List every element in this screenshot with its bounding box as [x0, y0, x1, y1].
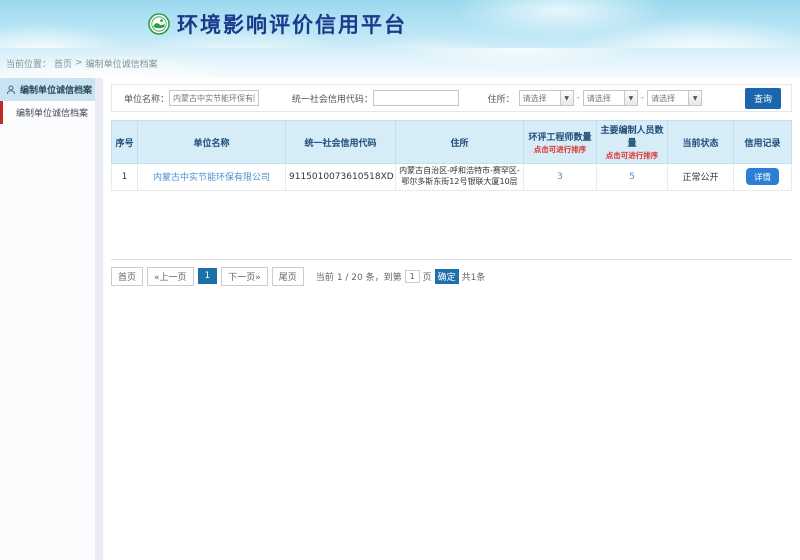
page-jump-input[interactable]	[405, 270, 420, 283]
col-header-seq: 序号	[112, 121, 138, 164]
cell-status: 正常公开	[668, 164, 734, 191]
credit-code-label: 统一社会信用代码：	[292, 92, 373, 105]
col-header-address: 住所	[396, 121, 524, 164]
credit-code-input[interactable]	[373, 90, 459, 106]
unit-name-label: 单位名称：	[124, 92, 169, 105]
city-select[interactable]: 请选择 ▼	[583, 90, 638, 106]
unit-name-link[interactable]: 内蒙古中实节能环保有限公司	[153, 173, 270, 183]
breadcrumb-separator: >	[75, 58, 83, 68]
sidebar-group-credit-archive[interactable]: 编制单位诚信档案	[0, 78, 95, 101]
col-header-credit-record: 信用记录	[734, 121, 792, 164]
city-select-value: 请选择	[584, 93, 624, 104]
pagination-count-text: 1 / 20 条，到第	[337, 270, 402, 283]
page-prev-button[interactable]: «上一页	[147, 267, 194, 286]
col-header-staff-count[interactable]: 主要编制人员数量 点击可进行排序	[597, 121, 668, 164]
sidebar-main-divider	[95, 78, 103, 560]
col-header-credit-code: 统一社会信用代码	[286, 121, 396, 164]
pagination: 首页 «上一页 1 下一页» 尾页 当前 1 / 20 条，到第 页 确定 共1…	[111, 259, 792, 286]
breadcrumb-home-link[interactable]: 首页	[54, 57, 72, 70]
page-title: 环境影响评价信用平台	[177, 9, 407, 39]
district-select-value: 请选择	[648, 93, 688, 104]
sort-hint: 点击可进行排序	[525, 144, 595, 155]
page-last-button[interactable]: 尾页	[272, 267, 304, 286]
breadcrumb-current: 编制单位诚信档案	[86, 57, 158, 70]
page-number-button[interactable]: 1	[198, 268, 218, 284]
address-separator: -	[577, 93, 580, 103]
sidebar: 编制单位诚信档案 编制单位诚信档案	[0, 78, 95, 560]
address-separator: -	[641, 93, 644, 103]
chevron-down-icon[interactable]: ▼	[560, 91, 573, 105]
detail-button[interactable]: 详情	[746, 168, 779, 185]
col-header-unit-name: 单位名称	[138, 121, 286, 164]
page-first-button[interactable]: 首页	[111, 267, 143, 286]
province-select-value: 请选择	[520, 93, 560, 104]
pagination-current-label: 当前	[316, 270, 334, 283]
sort-hint: 点击可进行排序	[598, 150, 666, 161]
pagination-total: 共1条	[462, 270, 486, 283]
search-form: 单位名称： 统一社会信用代码： 住所： 请选择 ▼ - 请选择 ▼ - 请选择 …	[111, 84, 792, 112]
table-header-row: 序号 单位名称 统一社会信用代码 住所 环评工程师数量 点击可进行排序 主要编制…	[112, 121, 792, 164]
pagination-page-unit: 页	[423, 270, 432, 283]
address-label: 住所：	[488, 92, 515, 105]
user-icon	[6, 85, 16, 95]
sidebar-item-label: 编制单位诚信档案	[16, 106, 88, 119]
mee-logo-icon	[148, 13, 170, 35]
query-button[interactable]: 查询	[745, 88, 781, 109]
main-content: 单位名称： 统一社会信用代码： 住所： 请选择 ▼ - 请选择 ▼ - 请选择 …	[103, 78, 800, 560]
site-header: 环境影响评价信用平台	[0, 0, 800, 48]
sidebar-item-credit-archive[interactable]: 编制单位诚信档案	[0, 101, 95, 124]
page-jump-confirm-button[interactable]: 确定	[435, 269, 459, 284]
pagination-info: 当前 1 / 20 条，到第 页 确定 共1条	[316, 269, 486, 284]
table-row: 1 内蒙古中实节能环保有限公司 9115010073610518XD 内蒙古自治…	[112, 164, 792, 191]
col-header-status: 当前状态	[668, 121, 734, 164]
col-header-staff-label: 主要编制人员数量	[600, 126, 663, 149]
district-select[interactable]: 请选择 ▼	[647, 90, 702, 106]
breadcrumb-label: 当前位置：	[6, 57, 51, 70]
page-next-button[interactable]: 下一页»	[221, 267, 268, 286]
cell-credit-code: 9115010073610518XD	[286, 164, 396, 191]
col-header-engineer-count[interactable]: 环评工程师数量 点击可进行排序	[524, 121, 597, 164]
province-select[interactable]: 请选择 ▼	[519, 90, 574, 106]
breadcrumb: 当前位置： 首页 > 编制单位诚信档案	[0, 48, 800, 78]
body-layout: 编制单位诚信档案 编制单位诚信档案 单位名称： 统一社会信用代码： 住所： 请选…	[0, 78, 800, 560]
chevron-down-icon[interactable]: ▼	[624, 91, 637, 105]
unit-name-input[interactable]	[169, 90, 259, 106]
staff-count-link[interactable]: 5	[629, 172, 635, 182]
cell-address: 内蒙古自治区-呼和浩特市-赛罕区-鄂尔多斯东街12号银联大厦10层	[396, 164, 524, 191]
brand: 环境影响评价信用平台	[148, 9, 407, 39]
engineer-count-link[interactable]: 3	[557, 172, 563, 182]
col-header-engineer-label: 环评工程师数量	[528, 133, 591, 143]
results-table: 序号 单位名称 统一社会信用代码 住所 环评工程师数量 点击可进行排序 主要编制…	[111, 120, 792, 191]
sidebar-group-label: 编制单位诚信档案	[20, 83, 92, 96]
chevron-down-icon[interactable]: ▼	[688, 91, 701, 105]
cell-seq: 1	[112, 164, 138, 191]
